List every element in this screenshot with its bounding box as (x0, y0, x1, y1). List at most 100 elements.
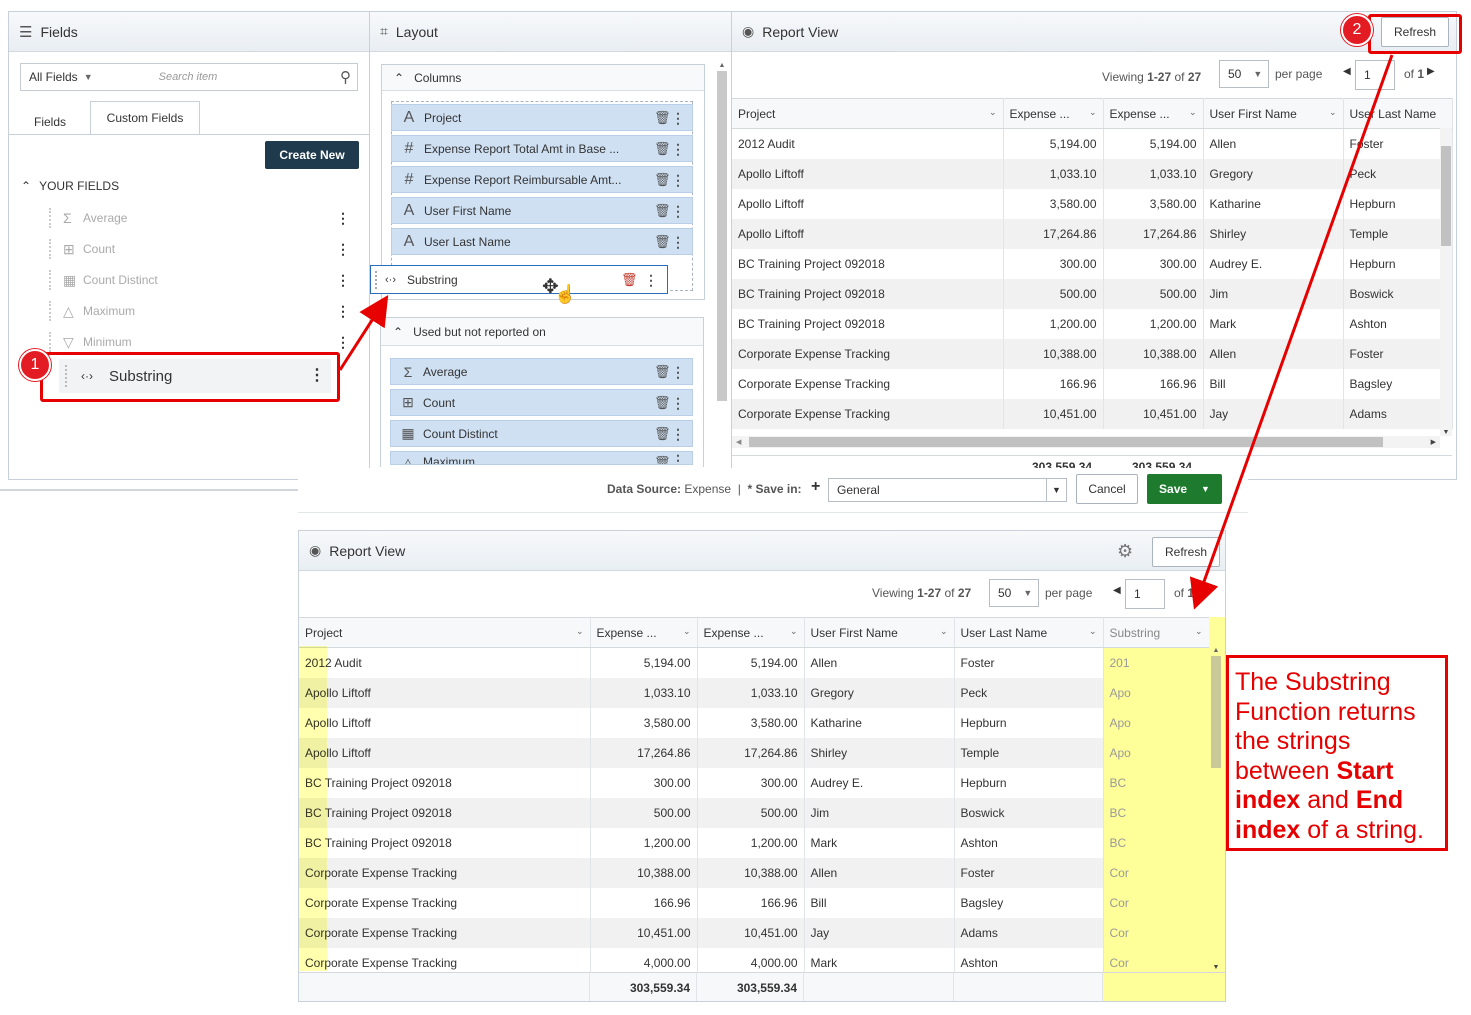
more-icon[interactable]: ⋮ (335, 273, 351, 287)
table-row[interactable]: BC Training Project 092018 1,200.00 1,200.… (732, 308, 1453, 339)
more-icon[interactable]: ⋮ (670, 365, 686, 379)
column-header[interactable]: User Last Name (1343, 98, 1453, 129)
table-row[interactable]: Corporate Expense Tracking 166.96 166.96 Bi… (299, 887, 1210, 918)
more-icon[interactable]: ⋮ (335, 335, 351, 349)
more-icon[interactable]: ⋮ (335, 304, 351, 318)
drag-handle-icon[interactable] (49, 270, 57, 290)
trash-icon[interactable]: 🗑 (654, 203, 671, 219)
table-row[interactable]: BC Training Project 092018 300.00 300.00 Au… (732, 248, 1453, 279)
trash-icon[interactable]: 🗑 (654, 234, 671, 250)
scroll-down-icon[interactable]: ▼ (1440, 429, 1452, 436)
column-header[interactable]: User Last Name ⌄ (954, 617, 1104, 648)
layout-scrollbar[interactable]: ▲ (716, 62, 728, 462)
scroll-right-icon[interactable]: ▶ (1431, 438, 1436, 446)
horizontal-scrollbar-top[interactable]: ◀ ▶ (732, 436, 1440, 448)
unused-field-average[interactable]: Σ Average 🗑 ⋮ (390, 358, 693, 385)
prev-page-icon[interactable]: ◀ (1343, 66, 1351, 77)
table-row[interactable]: Apollo Liftoff 17,264.86 17,264.86 Shirley T… (732, 218, 1453, 249)
scroll-left-icon[interactable]: ◀ (736, 438, 741, 446)
unused-section-header[interactable]: ⌃ Used but not reported on (381, 318, 703, 346)
more-icon[interactable]: ⋮ (670, 111, 686, 125)
table-row[interactable]: 2012 Audit 5,194.00 5,194.00 Allen Foster (732, 128, 1453, 159)
scroll-up-icon[interactable]: ▲ (716, 62, 728, 69)
column-field-last-name[interactable]: A User Last Name 🗑 ⋮ (391, 228, 693, 255)
tab-custom-fields[interactable]: Custom Fields (90, 101, 200, 135)
table-row[interactable]: BC Training Project 092018 500.00 500.00 Ji… (732, 278, 1453, 309)
trash-icon[interactable]: 🗑 (654, 172, 671, 188)
vertical-scrollbar-top[interactable]: ▼ (1440, 128, 1452, 436)
table-row[interactable]: 2012 Audit 5,194.00 5,194.00 Allen Foster 201 (299, 647, 1210, 678)
plus-icon[interactable]: + (811, 478, 820, 496)
column-header[interactable]: Project ⌄ (732, 98, 1004, 129)
drag-handle-icon[interactable] (49, 301, 57, 321)
refresh-button-bottom[interactable]: Refresh (1152, 537, 1220, 567)
page-input[interactable]: 1 (1355, 60, 1395, 90)
more-icon[interactable]: ⋮ (670, 173, 686, 187)
search-input[interactable]: Search item (159, 71, 218, 83)
table-row[interactable]: Corporate Expense Tracking 10,388.00 10,38… (299, 857, 1210, 888)
per-page-select[interactable]: 50 ▼ (989, 579, 1039, 607)
drag-handle-icon[interactable] (375, 270, 381, 289)
more-icon[interactable]: ⋮ (335, 211, 351, 225)
scrollbar-thumb[interactable] (1211, 656, 1221, 768)
table-row[interactable]: Corporate Expense Tracking 10,451.00 10,45… (732, 398, 1453, 429)
column-field-project[interactable]: A Project 🗑 ⋮ (391, 104, 693, 131)
per-page-select[interactable]: 50 ▼ (1219, 60, 1269, 88)
column-header-substring[interactable]: Substring ⌄ (1103, 617, 1210, 648)
column-header[interactable]: User First Name ⌄ (804, 617, 955, 648)
drag-handle-icon[interactable] (49, 208, 57, 228)
scroll-down-icon[interactable]: ▼ (1209, 964, 1223, 971)
trash-icon[interactable]: 🗑 (654, 426, 671, 442)
more-icon[interactable]: ⋮ (670, 427, 686, 441)
create-new-button[interactable]: Create New (265, 141, 359, 169)
scrollbar-thumb[interactable] (1441, 146, 1451, 246)
field-item-maximum[interactable]: △ Maximum ⋮ (49, 298, 351, 324)
more-icon[interactable]: ⋮ (670, 235, 686, 249)
more-icon[interactable]: ⋮ (670, 204, 686, 218)
field-item-count-distinct[interactable]: ▦ Count Distinct ⋮ (49, 267, 351, 293)
table-row[interactable]: Apollo Liftoff 17,264.86 17,264.86 Shirley T… (299, 737, 1210, 768)
tab-fields[interactable]: Fields (19, 108, 81, 135)
trash-icon[interactable]: 🗑 (654, 455, 671, 464)
more-icon[interactable]: ⋮ (670, 396, 686, 410)
unused-field-count-distinct[interactable]: ▦ Count Distinct 🗑 ⋮ (390, 420, 693, 447)
column-header[interactable]: Expense ... ⌄ (697, 617, 805, 648)
columns-section-header[interactable]: ⌃ Columns (382, 65, 704, 91)
page-input[interactable]: 1 (1125, 579, 1165, 609)
scrollbar-thumb[interactable] (717, 71, 727, 401)
table-row[interactable]: BC Training Project 092018 500.00 500.00 Ji… (299, 797, 1210, 828)
table-row[interactable]: Corporate Expense Tracking 166.96 166.96 Bi… (732, 368, 1453, 399)
search-icon[interactable]: ⚲ (340, 68, 351, 86)
column-field-expense-reimbursable[interactable]: # Expense Report Reimbursable Amt... 🗑 ⋮ (391, 166, 693, 193)
column-header[interactable]: Project ⌄ (299, 617, 591, 648)
table-row[interactable]: Apollo Liftoff 1,033.10 1,033.10 Gregory Pec… (299, 677, 1210, 708)
gear-icon[interactable]: ⚙ (1117, 541, 1133, 562)
table-row[interactable]: BC Training Project 092018 1,200.00 1,200.… (299, 827, 1210, 858)
table-row[interactable]: BC Training Project 092018 300.00 300.00 Au… (299, 767, 1210, 798)
field-item-count[interactable]: ⊞ Count ⋮ (49, 236, 351, 262)
save-button[interactable]: Save ▼ (1147, 474, 1222, 504)
scroll-up-icon[interactable]: ▲ (1209, 647, 1223, 654)
more-icon[interactable]: ⋮ (670, 453, 686, 464)
column-header[interactable]: User First Name ⌄ (1203, 98, 1344, 129)
field-item-average[interactable]: Σ Average ⋮ (49, 205, 351, 231)
table-row[interactable]: Corporate Expense Tracking 10,388.00 10,38… (732, 338, 1453, 369)
more-icon[interactable]: ⋮ (670, 142, 686, 156)
trash-icon[interactable]: 🗑 (654, 395, 671, 411)
field-filter-select[interactable]: All Fields ▼ Search item ⚲ (20, 63, 358, 91)
table-row[interactable]: Apollo Liftoff 3,580.00 3,580.00 Katharine H… (299, 707, 1210, 738)
trash-icon[interactable]: 🗑 (654, 110, 671, 126)
column-field-first-name[interactable]: A User First Name 🗑 ⋮ (391, 197, 693, 224)
unused-field-maximum[interactable]: △ Maximum 🗑 ⋮ (390, 451, 693, 465)
table-row[interactable]: Apollo Liftoff 3,580.00 3,580.00 Katharine H… (732, 188, 1453, 219)
next-page-icon[interactable]: ▶ (1196, 585, 1204, 596)
column-header[interactable]: Expense ... ⌄ (590, 617, 698, 648)
more-icon[interactable]: ⋮ (335, 242, 351, 256)
unused-field-count[interactable]: ⊞ Count 🗑 ⋮ (390, 389, 693, 416)
column-field-expense-total[interactable]: # Expense Report Total Amt in Base ... 🗑 ⋮ (391, 135, 693, 162)
table-row[interactable]: Corporate Expense Tracking 10,451.00 10,45… (299, 917, 1210, 948)
drag-handle-icon[interactable] (49, 332, 57, 352)
scrollbar-thumb[interactable] (749, 437, 1384, 447)
next-page-icon[interactable]: ▶ (1427, 66, 1435, 77)
trash-icon[interactable]: 🗑 (621, 272, 638, 288)
